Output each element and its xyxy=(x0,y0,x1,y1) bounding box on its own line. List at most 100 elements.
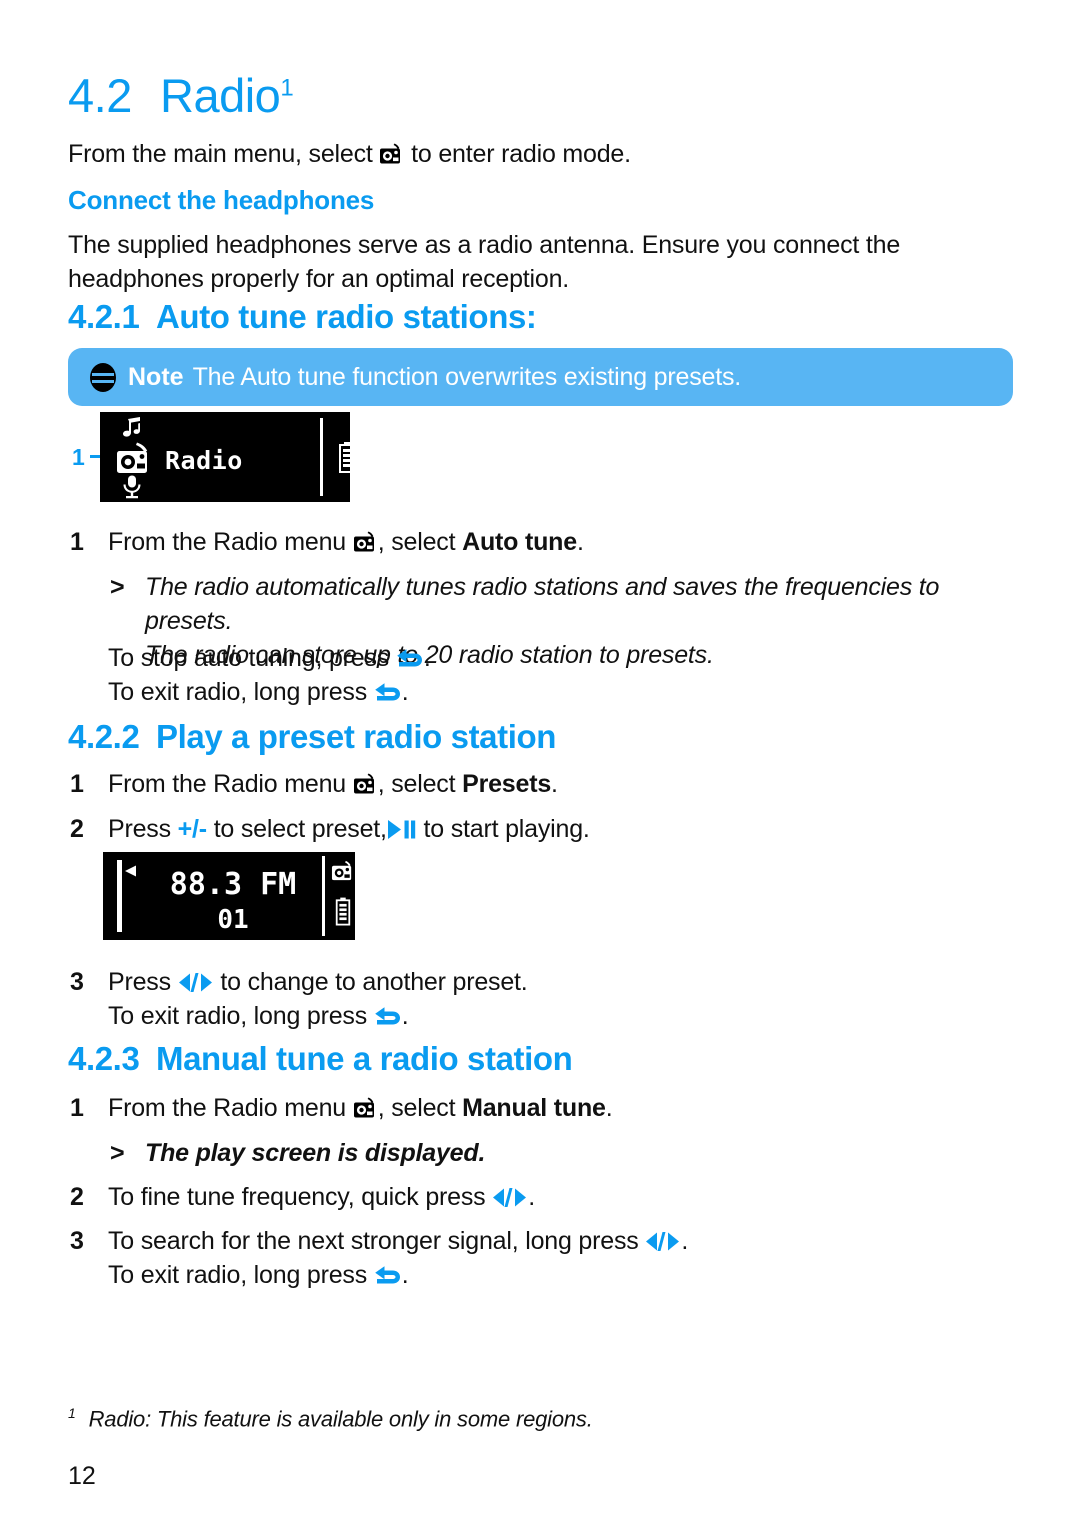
section-4-2-3-heading: 4.2.3 Manual tune a radio station xyxy=(68,1040,573,1078)
manual-step-1-text-c: . xyxy=(605,1094,613,1122)
autotune-exit-period: . xyxy=(401,678,409,706)
headphones-heading: Connect the headphones xyxy=(68,185,375,215)
manual-result: > The play screen is displayed. xyxy=(110,1136,975,1170)
manual-step-3-number: 3 xyxy=(70,1227,84,1255)
left-right-arrows-icon xyxy=(178,968,214,992)
intro-paragraph: From the main menu, select to enter radi… xyxy=(68,137,968,171)
play-pause-icon xyxy=(387,815,417,839)
presets-step-1-bold: Presets xyxy=(462,770,552,798)
autotune-exit-text: To exit radio, long press xyxy=(108,678,368,706)
section-4-2-1-title: Auto tune radio stations: xyxy=(156,298,537,335)
autotune-stop-text: To stop auto tuning, press xyxy=(108,644,390,672)
lcd-menu-divider xyxy=(320,418,323,496)
manual-page: 4.2 Radio1 From the main menu, select to … xyxy=(0,0,1080,1527)
radio-icon xyxy=(353,528,378,552)
note-body: The Auto tune function overwrites existi… xyxy=(192,362,742,391)
section-4-2-2-number: 4.2.2 xyxy=(68,718,140,755)
radio-icon xyxy=(379,140,404,164)
presets-step-2-text-a: Press xyxy=(108,815,171,843)
back-arrow-icon xyxy=(374,1003,402,1025)
manual-result-text: The play screen is displayed. xyxy=(145,1139,486,1167)
note-label: Note xyxy=(128,362,184,391)
autotune-stop-period: . xyxy=(423,644,431,672)
autotune-step-1: 1 From the Radio menu , select Auto tune… xyxy=(70,525,968,559)
plus-minus-label: +/- xyxy=(177,815,207,843)
presets-step-2-number: 2 xyxy=(70,815,84,843)
presets-step-3-text-b: to change to another preset. xyxy=(220,968,528,996)
left-right-arrows-icon xyxy=(492,1183,528,1207)
back-arrow-icon xyxy=(374,679,402,701)
presets-step-3: 3 Press to change to another preset. To … xyxy=(70,965,968,1033)
presets-step-2-text-c: to start playing. xyxy=(423,815,590,843)
autotune-step-1-bold: Auto tune xyxy=(462,528,577,556)
back-arrow-icon xyxy=(374,1262,402,1284)
section-4-2-3-number: 4.2.3 xyxy=(68,1040,140,1077)
manual-step-3-period: . xyxy=(681,1227,689,1255)
footnote: 1 Radio: This feature is available only i… xyxy=(68,1405,593,1432)
page-number: 12 xyxy=(68,1462,96,1490)
left-right-arrows-icon xyxy=(645,1227,681,1251)
section-4-2-1-number: 4.2.1 xyxy=(68,298,140,335)
autotune-step-1-text-b: , select xyxy=(377,528,456,556)
title-superscript: 1 xyxy=(280,74,294,102)
microphone-icon xyxy=(120,475,144,506)
lcd-screen-radio-menu: Radio xyxy=(100,412,355,502)
manual-step-2: 2 To fine tune frequency, quick press . xyxy=(70,1180,968,1214)
manual-step-1-number: 1 xyxy=(70,1094,84,1122)
manual-step-2-period: . xyxy=(528,1183,535,1211)
lcd-screen-play: 88.3 FM 01 xyxy=(103,852,355,940)
manual-step-1-text-a: From the Radio menu xyxy=(108,1094,346,1122)
presets-step-3-exit-text: To exit radio, long press xyxy=(108,1002,368,1030)
manual-step-1-bold: Manual tune xyxy=(462,1094,606,1122)
lcd-preset-number: 01 xyxy=(217,905,249,935)
note-callout: Note The Auto tune function overwrites e… xyxy=(68,348,1013,406)
intro-text-before: From the main menu, select xyxy=(68,140,373,168)
presets-step-1-number: 1 xyxy=(70,770,84,798)
lcd-menu-item-label: Radio xyxy=(165,446,243,475)
lcd-play-divider xyxy=(322,856,325,936)
presets-step-1-text-c: . xyxy=(551,770,558,798)
note-icon xyxy=(90,362,116,392)
manual-result-marker: > xyxy=(110,1139,125,1167)
section-4-2-3-title: Manual tune a radio station xyxy=(156,1040,573,1077)
manual-step-2-text: To fine tune frequency, quick press xyxy=(108,1183,486,1211)
battery-icon xyxy=(334,896,352,933)
lcd-radio-icon xyxy=(116,442,152,479)
footnote-text: Radio: This feature is available only in… xyxy=(88,1406,593,1432)
presets-step-2: 2 Press +/- to select preset, to start p… xyxy=(70,812,968,846)
presets-step-2-text-b: to select preset, xyxy=(213,815,387,843)
radio-icon xyxy=(353,770,378,794)
autotune-result-marker: > xyxy=(110,573,125,601)
section-title: Radio xyxy=(160,69,281,122)
section-4-2-2-heading: 4.2.2 Play a preset radio station xyxy=(68,718,556,756)
footnote-marker: 1 xyxy=(68,1405,76,1421)
headphones-body: The supplied headphones serve as a radio… xyxy=(68,231,901,293)
battery-icon xyxy=(337,442,357,479)
autotune-step-1-text-a: From the Radio menu xyxy=(108,528,346,556)
section-number: 4.2 xyxy=(68,69,132,122)
presets-step-3-number: 3 xyxy=(70,968,84,996)
section-4-2-2-title: Play a preset radio station xyxy=(156,718,557,755)
manual-step-3-exit-text: To exit radio, long press xyxy=(108,1261,368,1289)
page-title: 4.2 Radio1 xyxy=(68,68,294,123)
lcd-frequency: 88.3 FM xyxy=(169,867,297,902)
manual-step-1: 1 From the Radio menu , select Manual tu… xyxy=(70,1091,968,1125)
presets-step-1-text-b: , select xyxy=(377,770,456,798)
presets-step-3-text-a: Press xyxy=(108,968,171,996)
scrollbar-marker-icon xyxy=(123,864,137,882)
radio-icon xyxy=(331,860,355,887)
back-arrow-icon xyxy=(396,645,424,667)
radio-icon xyxy=(353,1094,378,1118)
presets-step-3-period: . xyxy=(401,1002,409,1030)
manual-step-2-number: 2 xyxy=(70,1183,84,1211)
manual-step-3-exit-period: . xyxy=(401,1261,409,1289)
presets-step-1: 1 From the Radio menu , select Presets. xyxy=(70,767,968,801)
presets-step-1-text-a: From the Radio menu xyxy=(108,770,346,798)
intro-text-after: to enter radio mode. xyxy=(411,140,631,168)
lcd-menu-callout-label: 1 xyxy=(72,444,85,470)
manual-step-1-text-b: , select xyxy=(377,1094,456,1122)
section-4-2-1-heading: 4.2.1 Auto tune radio stations: xyxy=(68,298,537,336)
lcd-scrollbar xyxy=(117,860,122,932)
autotune-step-1-text-c: . xyxy=(576,528,584,556)
autotune-step-1-number: 1 xyxy=(70,528,84,556)
